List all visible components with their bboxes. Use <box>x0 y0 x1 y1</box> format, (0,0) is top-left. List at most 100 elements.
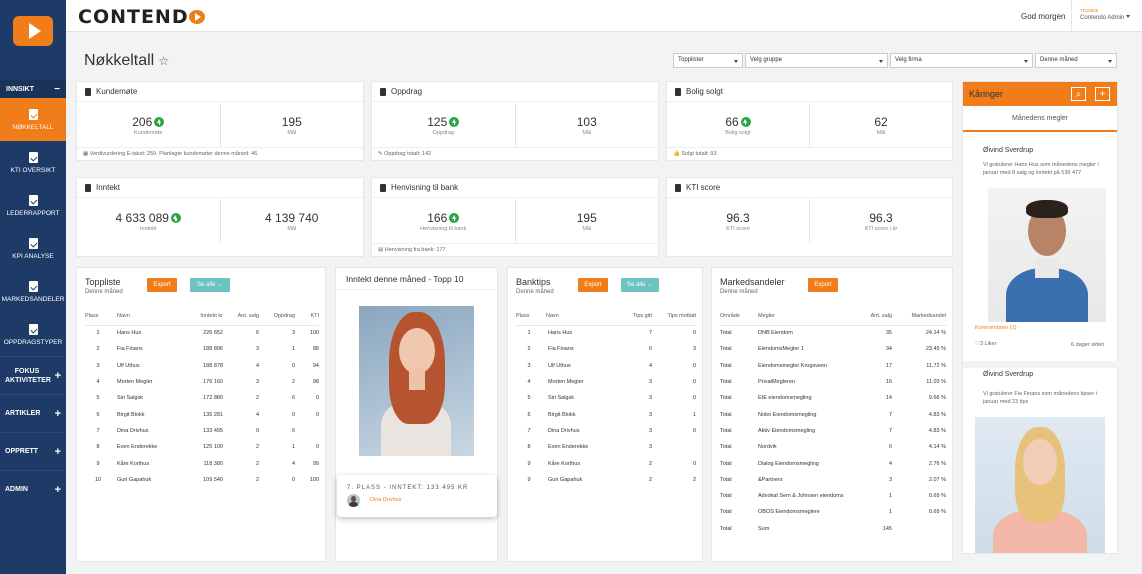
export-button[interactable]: Export <box>578 278 608 292</box>
table-row[interactable]: 9 Kåre Korthus 2 0 <box>516 455 696 471</box>
table-row[interactable]: 9 Kåre Korthus 118 380 2 4 99 <box>85 455 319 471</box>
table-row[interactable]: Total Advokat Sem & Johnsen eiendoms 1 0.69… <box>720 488 946 504</box>
sidebar-item-label: OPPDRAGSTYPER <box>3 338 63 346</box>
kpi-goal: 195 <box>281 114 302 129</box>
play-logo-icon <box>13 16 53 46</box>
filter-periode[interactable]: Denne måned <box>1035 53 1117 68</box>
kpi-value: 166 <box>427 210 448 225</box>
brand-wordmark[interactable]: CONTEND <box>78 6 205 28</box>
sidebar-item-markedsandeler[interactable]: MARKEDSANDELER <box>0 270 66 313</box>
sidebar-item-oppdragstyper[interactable]: OPPDRAGSTYPER <box>0 313 66 356</box>
star-icon[interactable]: ☆ <box>158 54 169 68</box>
table-cell: 3 <box>648 411 652 418</box>
col-header: Tips gitt <box>614 307 652 326</box>
table-row[interactable]: 4 Morten Megler 176 160 3 2 98 <box>85 374 319 390</box>
page-title-text: Nøkkeltall <box>84 52 155 69</box>
export-button[interactable]: Export <box>147 278 177 292</box>
table-row[interactable]: Total EIE eiendomsmegling 14 9.66 % <box>720 390 946 406</box>
search-icon[interactable]: ⌕ <box>1071 87 1086 101</box>
table-cell: 9 <box>96 460 100 467</box>
sidebar-group-opprett[interactable]: OPPRETT + <box>0 432 66 470</box>
panel-title: Markedsandeler <box>720 277 785 287</box>
chevron-down-icon <box>734 60 738 63</box>
table-cell: Even Enderekke <box>117 444 158 451</box>
filter-topplister[interactable]: Topplister <box>673 53 743 68</box>
col-header: Plass <box>85 307 111 326</box>
sidebar-group-fokus[interactable]: FOKUS AKTIVITETER + <box>0 356 66 394</box>
sidebar-section-innsikt[interactable]: INNSIKT − <box>0 80 66 98</box>
place-card[interactable]: 7. PLASS - INNTEKT: 133 495 KR Dina Driv… <box>337 475 497 517</box>
sidebar-item-nokkeltall[interactable]: NØKKELTALL <box>0 98 66 141</box>
table-row[interactable]: 2 Fia Finans 188 896 3 1 88 <box>85 341 319 357</box>
table-row[interactable]: Total Dialog Eiendomsmegling 4 2.76 % <box>720 455 946 471</box>
table-cell: 2 <box>255 395 259 402</box>
add-icon[interactable]: + <box>1095 87 1110 101</box>
table-cell: EIE eiendomsmegling <box>758 395 812 402</box>
table-row[interactable]: 7 Dina Drivhus 3 0 <box>516 423 696 439</box>
col-header: Inntekt kr <box>181 307 223 326</box>
table-row[interactable]: 6 Birgit Blokk 135 281 4 0 0 <box>85 406 319 422</box>
table-cell: 100 <box>309 330 319 337</box>
user-id: TS10005 <box>1080 8 1099 13</box>
table-cell: 3 <box>648 444 652 451</box>
table-cell: Hans Hus <box>117 330 142 337</box>
sidebar-group-admin[interactable]: ADMIN + <box>0 470 66 508</box>
chevron-down-icon <box>1108 60 1112 63</box>
see-all-button[interactable]: Se alle → <box>621 278 659 292</box>
table-row[interactable]: 5 Siri Salgsk 172 880 2 6 0 <box>85 390 319 406</box>
table-cell: 11.03 % <box>926 379 946 386</box>
table-cell: 2 <box>255 476 259 483</box>
see-all-button[interactable]: Se alle → <box>190 278 230 292</box>
table-row[interactable]: 6 Birgit Blokk 3 1 <box>516 406 696 422</box>
table-row[interactable]: Total Sum 145 <box>720 521 946 537</box>
table-cell: 0 <box>315 395 319 402</box>
sidebar-group-artikler[interactable]: ARTIKLER + <box>0 394 66 432</box>
filter-firma[interactable]: Velg firma <box>890 53 1033 68</box>
table-row[interactable]: 1 Hans Hus 7 0 <box>516 325 696 341</box>
comments-link[interactable]: Kommentarer (1) <box>975 325 1017 331</box>
table-row[interactable]: 10 Guri Gapahuk 109 540 2 0 100 <box>85 472 319 488</box>
filter-label: Velg gruppe <box>750 57 783 63</box>
table-row[interactable]: Total Eiendomsmegler Krogsveen 17 11.72 % <box>720 358 946 374</box>
tab-manedens-megler[interactable]: Månedens megler <box>963 106 1117 132</box>
table-row[interactable]: 8 Even Enderekke 3 <box>516 439 696 455</box>
table-row[interactable]: Total Aktiv Eiendomsmegling 7 4.83 % <box>720 423 946 439</box>
table-row[interactable]: 2 Fia Finans 6 3 <box>516 341 696 357</box>
card-footer: ✎ Oppdrag totalt: 142 <box>372 147 658 160</box>
table-cell: 6 <box>648 346 652 353</box>
export-button[interactable]: Export <box>808 278 838 292</box>
table-cell: Dina Drivhus <box>548 427 580 434</box>
table-row[interactable]: 7 Dina Drivhus 133 495 0 6 <box>85 423 319 439</box>
table-row[interactable]: 3 Ulf Uthus 188 878 4 0 94 <box>85 358 319 374</box>
kpi-goal: 4 139 740 <box>265 210 319 225</box>
table-row[interactable]: Total &Partners 3 2.07 % <box>720 472 946 488</box>
sidebar-item-lederrapport[interactable]: LEDERRAPPORT <box>0 184 66 227</box>
table-row[interactable]: 8 Even Enderekke 125 100 2 1 0 <box>85 439 319 455</box>
col-header: Tips mottatt <box>652 307 696 326</box>
table-row[interactable]: Total Nobo Eiendomsmegling 7 4.83 % <box>720 406 946 422</box>
table-cell: PrivatMegleren <box>758 379 795 386</box>
user-menu[interactable]: TS10005 Contendo Admin <box>1071 0 1142 32</box>
table-row[interactable]: Total PrivatMegleren 16 11.03 % <box>720 374 946 390</box>
table-row[interactable]: 9 Guri Gapahuk 2 2 <box>516 472 696 488</box>
table-cell: 2 <box>291 379 295 386</box>
table-row[interactable]: 5 Siri Salgsk 3 0 <box>516 390 696 406</box>
like-button[interactable]: ♡3 Liker <box>975 341 996 347</box>
card-footer-text: Solgt totalt: 93 <box>681 151 717 157</box>
table-row[interactable]: Total DNB Eiendom 35 24.14 % <box>720 325 946 341</box>
table-row[interactable]: Total Nordvik 6 4.14 % <box>720 439 946 455</box>
sidebar-item-kti-oversikt[interactable]: KTI OVERSIKT <box>0 141 66 184</box>
table-row[interactable]: Total EiendomsMegler 1 34 23.45 % <box>720 341 946 357</box>
filter-gruppe[interactable]: Velg gruppe <box>745 53 888 68</box>
table-row[interactable]: Total OBOS Eiendomsmeglere 1 0.69 % <box>720 504 946 520</box>
app-logo[interactable] <box>0 0 66 62</box>
table-row[interactable]: 4 Morten Megler 3 0 <box>516 374 696 390</box>
col-header: Navn <box>111 307 181 326</box>
sidebar-item-kpi-analyse[interactable]: KPI ANALYSE <box>0 227 66 270</box>
table-cell: Hans Hus <box>548 330 573 337</box>
table-row[interactable]: 1 Hans Hus 226 652 6 3 100 <box>85 325 319 341</box>
card-footer: ▦ Verdivurdering E-takst: 259. Planlagte… <box>77 147 363 160</box>
place-name[interactable]: Dina Drivhus <box>370 497 401 503</box>
table-row[interactable]: 3 Ulf Uthus 4 0 <box>516 358 696 374</box>
panel-title: Kåringer <box>969 89 1004 99</box>
